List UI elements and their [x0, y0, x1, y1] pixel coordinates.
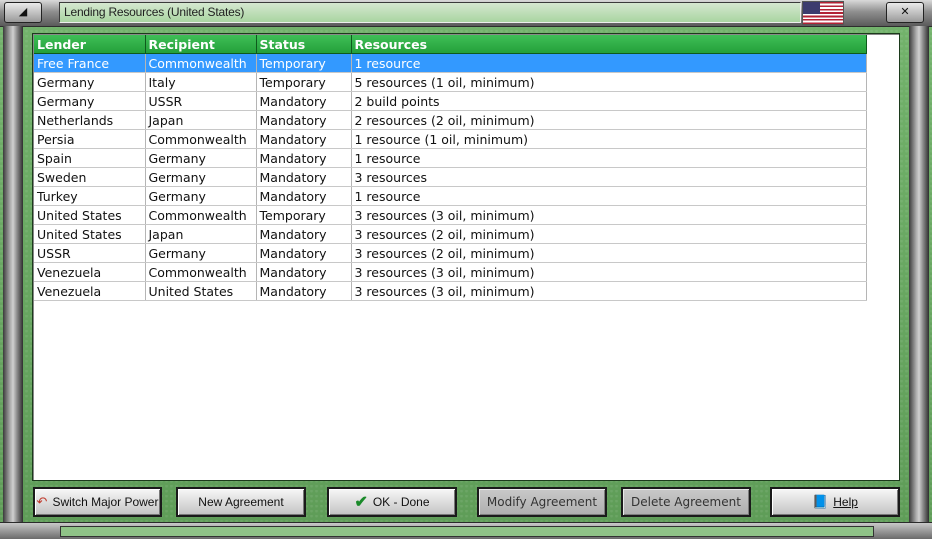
table-row[interactable]: Germany Italy Temporary 5 resources (1 oil,… [34, 72, 867, 92]
cell-recipient: Germany [145, 243, 257, 263]
cell-lender: United States [34, 224, 146, 244]
cell-resources: 3 resources [351, 167, 867, 187]
table-row[interactable]: Netherlands Japan Mandatory 2 resources (2 … [34, 110, 867, 130]
column-header-lender[interactable]: Lender [34, 35, 146, 54]
column-header-status[interactable]: Status [256, 35, 352, 54]
column-header-recipient[interactable]: Recipient [145, 35, 257, 54]
cell-recipient: Italy [145, 72, 257, 92]
cell-lender: Free France [34, 53, 146, 73]
cell-lender: Netherlands [34, 110, 146, 130]
right-frame-bar [909, 26, 929, 524]
table-row[interactable]: Venezuela Commonwealth Mandatory 3 resource… [34, 262, 867, 282]
cell-resources: 2 build points [351, 91, 867, 111]
table-row[interactable]: Spain Germany Mandatory 1 resource [34, 148, 867, 168]
modify-agreement-button[interactable]: Modify Agreement [477, 487, 607, 517]
cell-lender: Germany [34, 91, 146, 111]
cell-status: Mandatory [256, 186, 352, 206]
switch-major-power-label: Switch Major Power [52, 495, 159, 509]
cell-status: Mandatory [256, 167, 352, 187]
cell-lender: Venezuela [34, 262, 146, 282]
cell-lender: USSR [34, 243, 146, 263]
help-label: Help [833, 495, 858, 509]
cell-resources: 1 resource (1 oil, minimum) [351, 129, 867, 149]
cell-recipient: Commonwealth [145, 262, 257, 282]
cell-status: Mandatory [256, 110, 352, 130]
help-book-icon: 📘 [812, 494, 829, 509]
table-row[interactable]: Sweden Germany Mandatory 3 resources [34, 167, 867, 187]
cell-status: Temporary [256, 72, 352, 92]
cell-resources: 3 resources (2 oil, minimum) [351, 243, 867, 263]
cell-resources: 3 resources (3 oil, minimum) [351, 262, 867, 282]
cell-resources: 1 resource [351, 186, 867, 206]
table-row[interactable]: USSR Germany Mandatory 3 resources (2 oil, … [34, 243, 867, 263]
cell-recipient: Commonwealth [145, 205, 257, 225]
cell-lender: Venezuela [34, 281, 146, 301]
cell-status: Mandatory [256, 262, 352, 282]
table-row[interactable]: Free France Commonwealth Temporary 1 resour… [34, 53, 867, 73]
cell-recipient: United States [145, 281, 257, 301]
agreements-table-panel: Lender Recipient Status Resources Free F… [32, 33, 900, 481]
cell-status: Mandatory [256, 148, 352, 168]
table-header-row: Lender Recipient Status Resources [34, 35, 867, 54]
cell-status: Mandatory [256, 281, 352, 301]
cell-resources: 3 resources (3 oil, minimum) [351, 205, 867, 225]
cell-recipient: Commonwealth [145, 129, 257, 149]
left-frame-bar [3, 26, 23, 524]
cell-lender: Turkey [34, 186, 146, 206]
delete-agreement-button[interactable]: Delete Agreement [621, 487, 751, 517]
cell-recipient: Germany [145, 186, 257, 206]
table-row[interactable]: Venezuela United States Mandatory 3 resourc… [34, 281, 867, 301]
table-row[interactable]: United States Japan Mandatory 3 resources (… [34, 224, 867, 244]
cell-resources: 3 resources (3 oil, minimum) [351, 281, 867, 301]
delete-agreement-label: Delete Agreement [631, 495, 741, 509]
window-title: Lending Resources (United States) [64, 5, 245, 19]
new-agreement-label: New Agreement [198, 495, 284, 509]
cell-lender: Spain [34, 148, 146, 168]
checkmark-icon: ✔ [354, 494, 368, 511]
title-bar: ◢ Lending Resources (United States) ✕ [0, 0, 932, 27]
cell-resources: 1 resource [351, 148, 867, 168]
bottom-frame-bar [0, 522, 932, 539]
cell-resources: 2 resources (2 oil, minimum) [351, 110, 867, 130]
cell-lender: Germany [34, 72, 146, 92]
cell-status: Temporary [256, 53, 352, 73]
table-row[interactable]: Turkey Germany Mandatory 1 resource [34, 186, 867, 206]
cell-recipient: Commonwealth [145, 53, 257, 73]
cell-lender: Sweden [34, 167, 146, 187]
switch-major-power-button[interactable]: ↶ Switch Major Power [33, 487, 162, 517]
new-agreement-button[interactable]: New Agreement [176, 487, 306, 517]
cell-status: Mandatory [256, 129, 352, 149]
table-row[interactable]: Persia Commonwealth Mandatory 1 resource (1… [34, 129, 867, 149]
cell-recipient: Japan [145, 110, 257, 130]
cell-status: Mandatory [256, 243, 352, 263]
switch-arrow-icon: ↶ [36, 494, 48, 509]
collapse-button[interactable]: ◢ [4, 2, 42, 23]
cell-recipient: Germany [145, 148, 257, 168]
agreements-table: Lender Recipient Status Resources Free F… [34, 35, 867, 301]
modify-agreement-label: Modify Agreement [486, 495, 598, 509]
cell-recipient: Japan [145, 224, 257, 244]
table-row[interactable]: Germany USSR Mandatory 2 build points [34, 91, 867, 111]
title-inset: Lending Resources (United States) [59, 2, 801, 23]
column-header-resources[interactable]: Resources [351, 35, 867, 54]
close-button[interactable]: ✕ [886, 2, 924, 23]
cell-lender: United States [34, 205, 146, 225]
table-row[interactable]: United States Commonwealth Temporary 3 reso… [34, 205, 867, 225]
status-strip [60, 526, 874, 537]
cell-status: Temporary [256, 205, 352, 225]
cell-recipient: Germany [145, 167, 257, 187]
cell-resources: 3 resources (2 oil, minimum) [351, 224, 867, 244]
cell-recipient: USSR [145, 91, 257, 111]
cell-lender: Persia [34, 129, 146, 149]
help-button[interactable]: 📘 Help [770, 487, 900, 517]
cell-resources: 1 resource [351, 53, 867, 73]
ok-done-button[interactable]: ✔ OK - Done [327, 487, 457, 517]
cell-status: Mandatory [256, 91, 352, 111]
us-flag-icon [802, 1, 844, 25]
ok-done-label: OK - Done [372, 495, 430, 509]
cell-resources: 5 resources (1 oil, minimum) [351, 72, 867, 92]
cell-status: Mandatory [256, 224, 352, 244]
